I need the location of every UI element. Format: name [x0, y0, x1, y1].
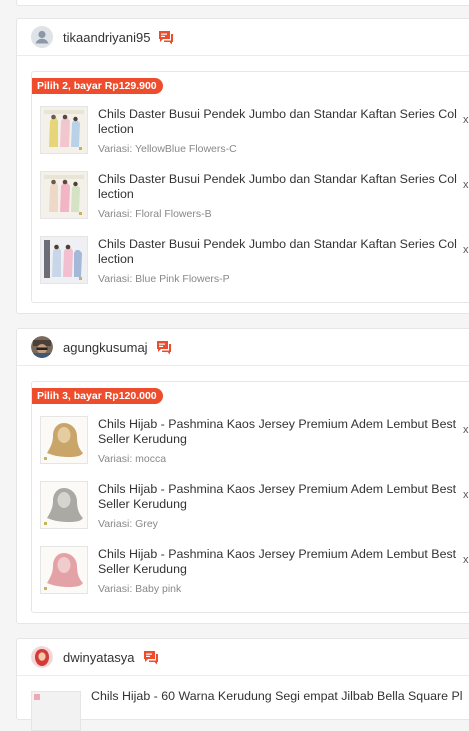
product-variation: Variasi: Floral Flowers-B	[98, 208, 212, 220]
product-variation: Variasi: YellowBlue Flowers-C	[98, 143, 237, 155]
product-name[interactable]: Chils Daster Busui Pendek Jumbo dan Stan…	[98, 237, 458, 267]
order-item: Chils Daster Busui Pendek Jumbo dan Stan…	[40, 171, 469, 223]
order-card-previous	[16, 0, 469, 6]
bundle-promo-badge: Pilih 3, bayar Rp120.000	[32, 388, 163, 404]
quantity-x: x	[463, 244, 469, 256]
quantity-x: x	[463, 554, 469, 566]
product-thumbnail[interactable]	[31, 691, 81, 731]
order-item: Chils Hijab - Pashmina Kaos Jersey Premi…	[40, 481, 469, 533]
order-card: tikaandriyani95 Pilih 2, bayar Rp129.900	[16, 18, 469, 314]
user-avatar-icon[interactable]	[31, 26, 53, 48]
order-card: agungkusumaj Pilih 3, bayar Rp120.000 Ch…	[16, 328, 469, 624]
product-thumbnail[interactable]	[40, 171, 88, 219]
buyer-username[interactable]: dwinyatasya	[63, 650, 135, 665]
product-variation: Variasi: Grey	[98, 518, 158, 530]
bundle-box: Pilih 3, bayar Rp120.000 Chils Hijab - P…	[31, 381, 469, 613]
buyer-row: dwinyatasya	[17, 639, 469, 676]
order-card: dwinyatasya Chils Hijab - 60 Warna Kerud…	[16, 638, 469, 731]
product-name[interactable]: Chils Daster Busui Pendek Jumbo dan Stan…	[98, 107, 458, 137]
quantity-x: x	[463, 489, 469, 501]
user-avatar[interactable]	[31, 646, 53, 668]
quantity-x: x	[463, 424, 469, 436]
bundle-box: Pilih 2, bayar Rp129.900 Chils Daster Bu…	[31, 71, 469, 303]
product-name[interactable]: Chils Hijab - Pashmina Kaos Jersey Premi…	[98, 417, 458, 447]
chat-bubble-icon[interactable]	[156, 340, 172, 355]
product-variation: Variasi: Baby pink	[98, 583, 182, 595]
order-item: Chils Hijab - Pashmina Kaos Jersey Premi…	[40, 546, 469, 598]
product-name[interactable]: Chils Hijab - Pashmina Kaos Jersey Premi…	[98, 547, 458, 577]
buyer-row: tikaandriyani95	[17, 19, 469, 56]
buyer-username[interactable]: tikaandriyani95	[63, 30, 150, 45]
bundle-promo-badge: Pilih 2, bayar Rp129.900	[32, 78, 163, 94]
product-thumbnail[interactable]	[40, 546, 88, 594]
chat-bubble-icon[interactable]	[143, 650, 159, 665]
chat-bubble-icon[interactable]	[158, 30, 174, 45]
order-item: Chils Daster Busui Pendek Jumbo dan Stan…	[40, 106, 469, 158]
order-item: Chils Daster Busui Pendek Jumbo dan Stan…	[40, 236, 469, 288]
product-name[interactable]: Chils Hijab - Pashmina Kaos Jersey Premi…	[98, 482, 458, 512]
product-name[interactable]: Chils Hijab - 60 Warna Kerudung Segi emp…	[91, 689, 462, 703]
product-thumbnail[interactable]	[40, 236, 88, 284]
quantity-x: x	[463, 114, 469, 126]
buyer-username[interactable]: agungkusumaj	[63, 340, 148, 355]
buyer-row: agungkusumaj	[17, 329, 469, 366]
product-variation: Variasi: mocca	[98, 453, 167, 465]
product-thumbnail[interactable]	[40, 416, 88, 464]
product-thumbnail[interactable]	[40, 481, 88, 529]
quantity-x: x	[463, 179, 469, 191]
product-variation: Variasi: Blue Pink Flowers-P	[98, 273, 230, 285]
product-name[interactable]: Chils Daster Busui Pendek Jumbo dan Stan…	[98, 172, 458, 202]
user-avatar[interactable]	[31, 336, 53, 358]
order-item: Chils Hijab - Pashmina Kaos Jersey Premi…	[40, 416, 469, 468]
product-thumbnail[interactable]	[40, 106, 88, 154]
